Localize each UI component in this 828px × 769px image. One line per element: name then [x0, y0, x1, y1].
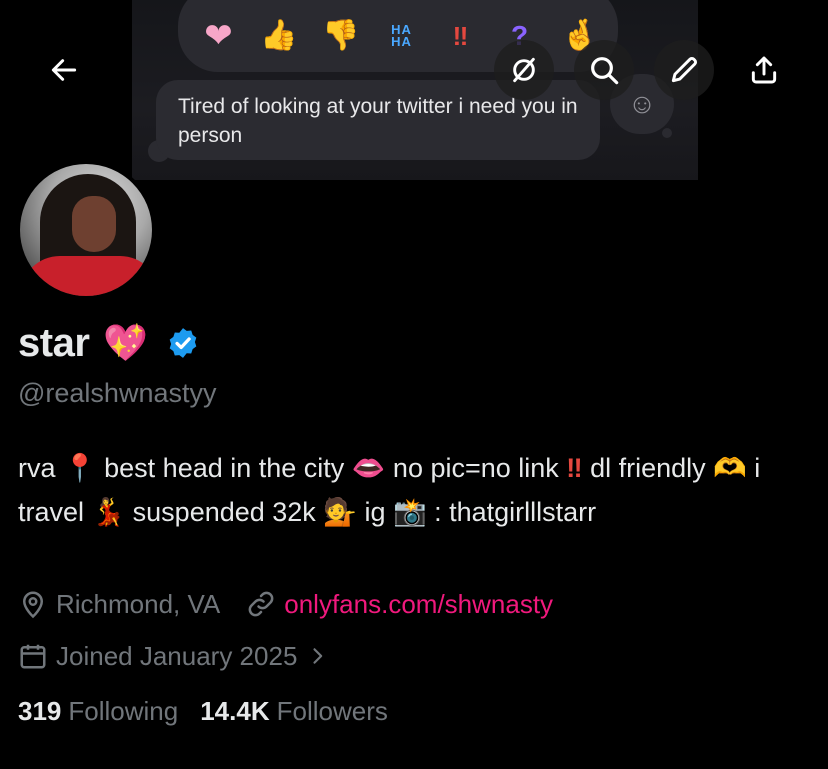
arrow-left-icon — [51, 59, 77, 81]
thumbs-down-reaction-icon: 👎 — [322, 19, 360, 52]
edit-button[interactable] — [654, 40, 714, 100]
search-button[interactable] — [574, 40, 634, 100]
grok-slash-icon — [513, 57, 535, 83]
bio-text: suspended 32k — [125, 497, 324, 527]
name-row: star 💖 — [18, 318, 200, 368]
following-count: 319 — [18, 696, 62, 726]
exclamation-reaction-icon: ‼ — [452, 21, 469, 51]
back-button[interactable] — [34, 40, 94, 100]
thumbs-up-reaction-icon: 👍 — [260, 19, 298, 52]
joined-date: Joined January 2025 — [56, 640, 298, 671]
following-label: Following — [68, 696, 179, 726]
followers-link[interactable]: 14.4K Followers — [200, 696, 388, 727]
link-icon — [248, 591, 274, 617]
camera-flash-icon: 📸 — [392, 497, 427, 527]
followers-count: 14.4K — [200, 696, 270, 726]
bio-text: no pic=no link — [385, 453, 567, 483]
bio-text: dl friendly — [582, 453, 714, 483]
tipping-hand-person-icon: 💁 — [323, 497, 357, 527]
sparkling-heart-icon: 💖 — [103, 322, 149, 363]
double-exclamation-icon: ‼ — [566, 453, 583, 483]
website-link[interactable]: onlyfans.com/shwnasty — [284, 589, 553, 620]
heart-reaction-icon: ❤ — [204, 17, 233, 55]
avatar-photo — [20, 164, 152, 296]
bio-text: rva — [18, 453, 64, 483]
location-link-row: Richmond, VA onlyfans.com/shwnasty — [18, 584, 553, 624]
display-name: star — [18, 320, 90, 365]
bio-text: best head in the city — [96, 453, 352, 483]
chevron-right-icon — [313, 648, 323, 664]
location-pin-icon — [22, 591, 44, 619]
haha-reaction-icon: HA HA — [391, 22, 412, 49]
lips-icon: 👄 — [351, 453, 386, 483]
user-handle: @realshwnastyy — [18, 378, 217, 408]
bio-text: ig — [356, 497, 393, 527]
following-link[interactable]: 319 Following — [18, 696, 178, 727]
share-button[interactable] — [734, 40, 794, 100]
bubble-dot — [662, 128, 672, 138]
pencil-icon — [671, 56, 698, 83]
location-text: Richmond, VA — [56, 588, 221, 619]
search-icon — [591, 57, 619, 85]
verified-badge-icon[interactable] — [166, 326, 200, 360]
profile-bio: rva 📍 best head in the city 👄 no pic=no … — [18, 446, 808, 534]
calendar-icon — [20, 644, 46, 669]
follow-stats: 319 Following 14.4K Followers — [18, 696, 410, 727]
share-icon — [751, 56, 777, 84]
joined-row[interactable]: Joined January 2025 — [18, 636, 335, 676]
avatar[interactable] — [16, 160, 156, 300]
bio-text: : thatgirlllstarr — [426, 497, 597, 527]
heart-hands-icon: 🫶 — [713, 453, 747, 483]
followers-label: Followers — [276, 696, 388, 726]
grok-button[interactable] — [494, 40, 554, 100]
dancer-icon: 💃 — [91, 497, 126, 527]
round-pushpin-icon: 📍 — [63, 453, 97, 483]
